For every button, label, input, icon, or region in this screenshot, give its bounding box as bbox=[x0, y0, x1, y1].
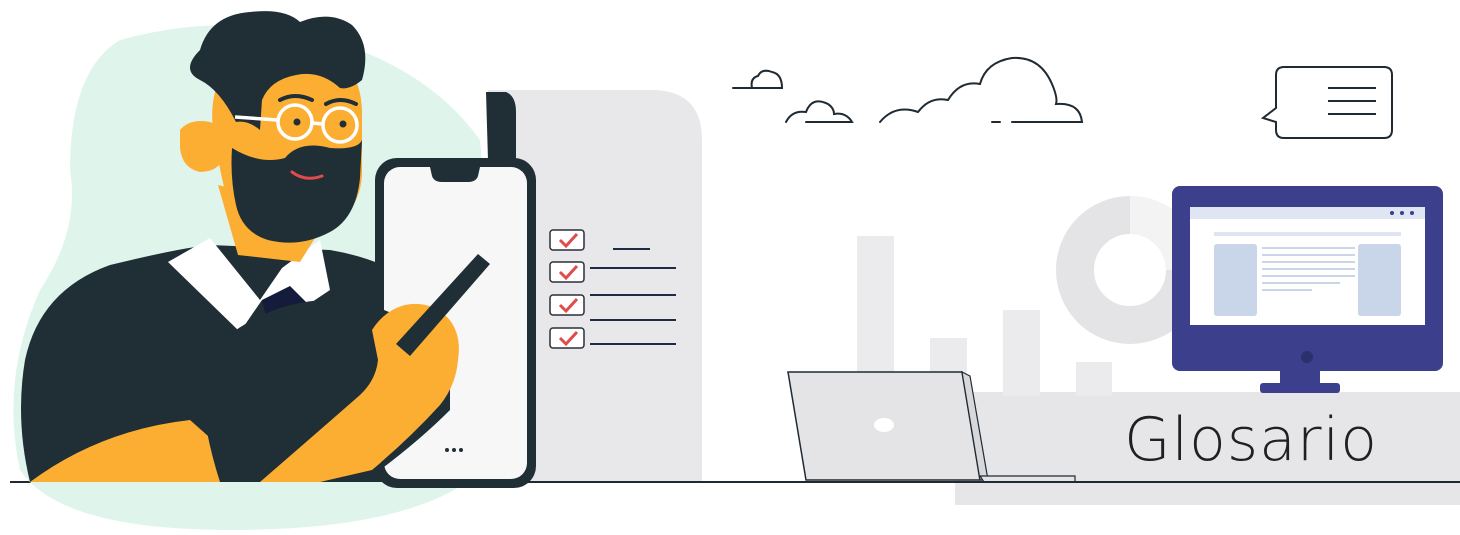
glossary-header-banner: Glosario bbox=[0, 0, 1460, 535]
checkbox-icon bbox=[549, 327, 585, 349]
checkbox-icon bbox=[549, 261, 585, 283]
monitor-icon bbox=[1172, 186, 1443, 393]
chat-bubble-menu-icon bbox=[1260, 66, 1393, 139]
checkbox-icon bbox=[549, 294, 585, 316]
checkbox-icon bbox=[549, 229, 585, 251]
page-title: Glosario bbox=[1124, 405, 1378, 475]
cloud-icon bbox=[732, 56, 1084, 123]
phone-antenna bbox=[486, 92, 516, 160]
